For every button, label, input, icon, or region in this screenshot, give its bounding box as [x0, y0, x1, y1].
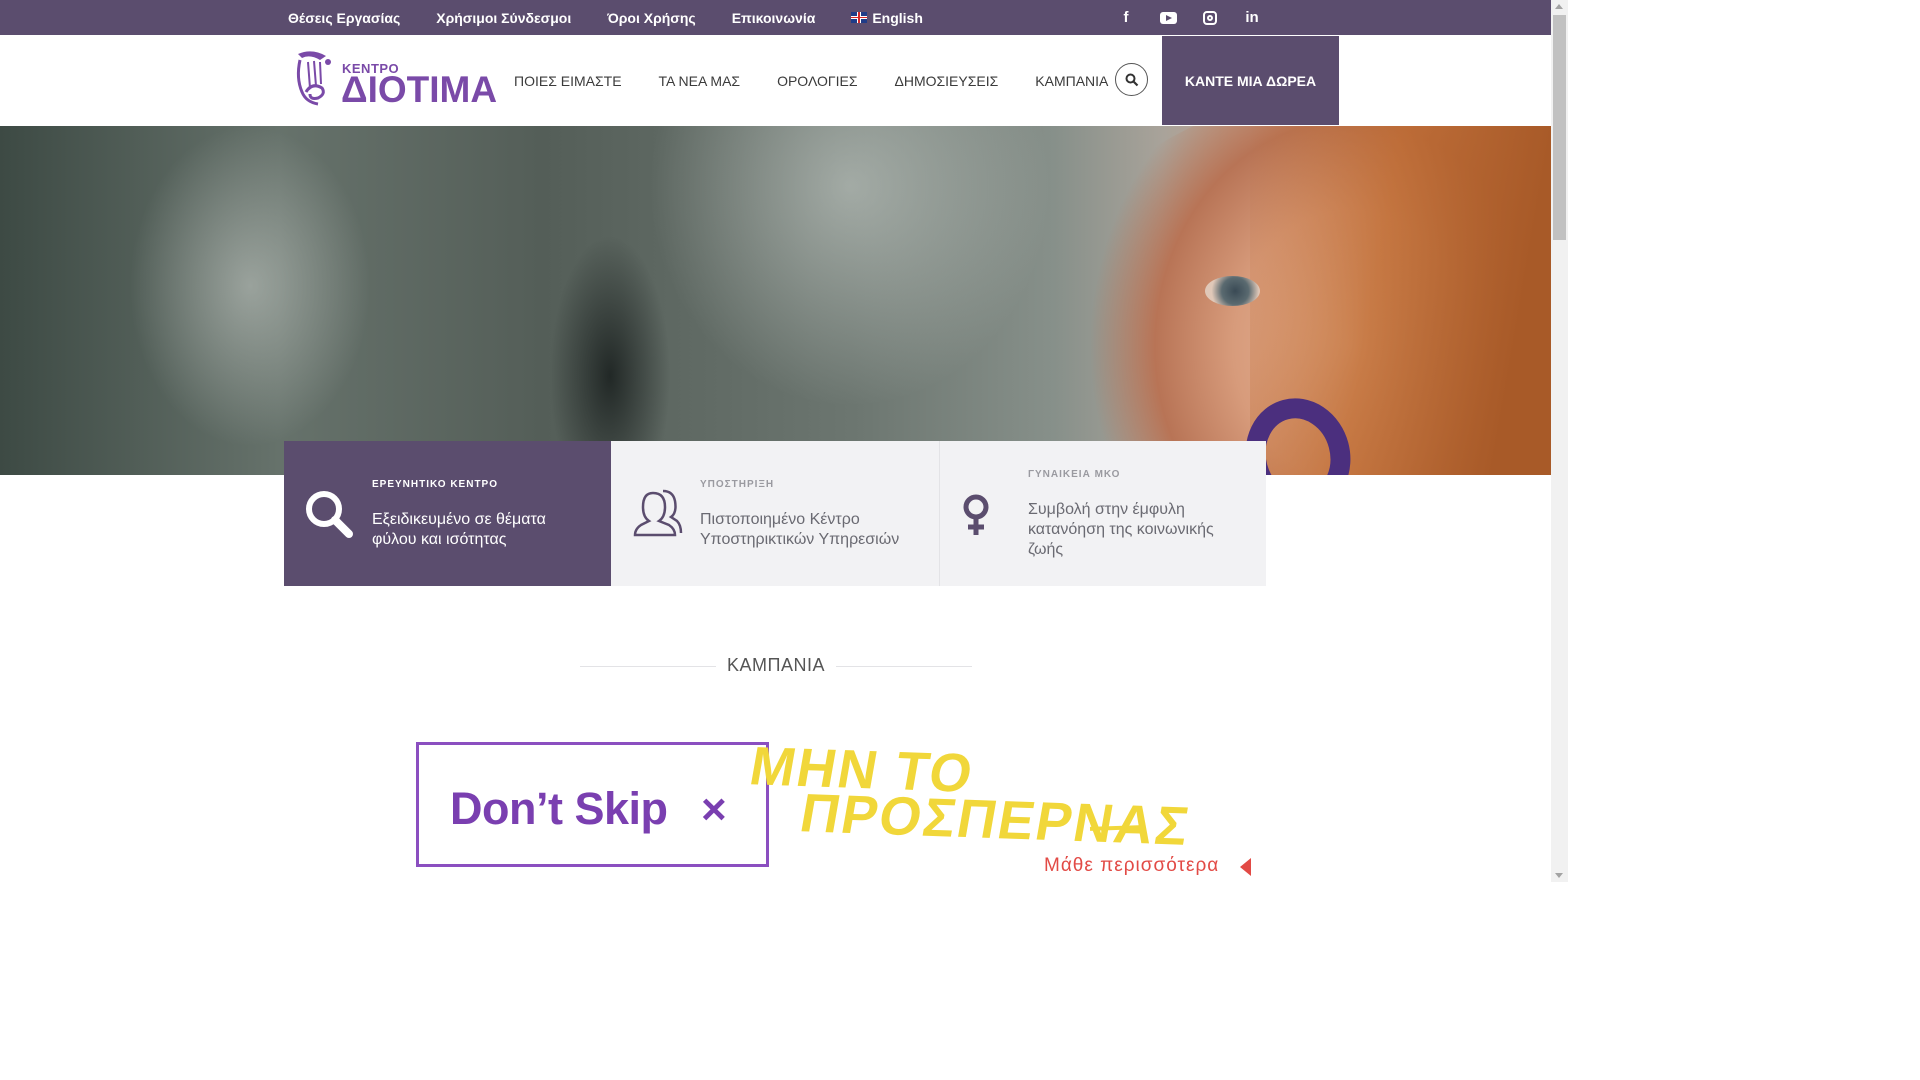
- nav-who-we-are[interactable]: ΠΟΙΕΣ ΕΙΜΑΣΤΕ: [514, 73, 622, 89]
- nav-terminology[interactable]: ΟΡΟΛΟΓΙΕΣ: [777, 73, 857, 89]
- banner-cross: ×: [701, 785, 727, 834]
- scroll-up-arrow-icon[interactable]: [1555, 4, 1563, 9]
- nav-news[interactable]: ΤΑ ΝΕΑ ΜΑΣ: [659, 73, 741, 89]
- campaign-section-heading: ΚΑΜΠΑΝΙΑ: [580, 652, 972, 680]
- linkedin-icon[interactable]: in: [1238, 8, 1266, 28]
- feature-text: Συμβολή στην έμφυλη κατανόηση της κοινων…: [1028, 501, 1214, 558]
- language-label: English: [872, 9, 923, 26]
- hero-image: [0, 126, 1551, 475]
- heading-divider-right: [836, 666, 972, 667]
- hero-eye-shape: [1205, 276, 1260, 306]
- scroll-thumb[interactable]: [1553, 15, 1566, 240]
- link-useful-links[interactable]: Χρήσιμοι Σύνδεσμοι: [436, 10, 571, 26]
- feature-research-center[interactable]: ΕΡΕΥΝΗΤΙΚΟ ΚΕΝΤΡΟ Εξειδικευμένο σε θέματ…: [284, 441, 611, 586]
- learn-more-link[interactable]: Μάθε περισσότερα: [1044, 855, 1219, 877]
- people-icon: [633, 489, 683, 537]
- scroll-down-arrow-icon[interactable]: [1555, 873, 1563, 878]
- main-nav: ΠΟΙΕΣ ΕΙΜΑΣΤΕ ΤΑ ΝΕΑ ΜΑΣ ΟΡΟΛΟΓΙΕΣ ΔΗΜΟΣ…: [514, 35, 1145, 126]
- search-icon: [1125, 73, 1138, 86]
- facebook-icon[interactable]: f: [1112, 8, 1140, 28]
- feature-kicker: ΥΠΟΣΤΗΡΙΞΗ: [700, 479, 775, 490]
- youtube-icon[interactable]: [1154, 8, 1182, 28]
- banner-english-text: Don’t Skip: [450, 783, 668, 834]
- feature-text: Εξειδικευμένο σε θέματα φύλου και ισότητ…: [372, 511, 546, 548]
- nav-campaign[interactable]: ΚΑΜΠΑΝΙΑ: [1035, 73, 1108, 89]
- donate-button[interactable]: ΚΑΝΤΕ ΜΙΑ ΔΩΡΕΑ: [1162, 36, 1339, 125]
- heading-divider-left: [580, 666, 716, 667]
- feature-kicker: ΕΡΕΥΝΗΤΙΚΟ ΚΕΝΤΡΟ: [372, 479, 498, 490]
- campaign-banner-english[interactable]: Don’t Skip ×: [416, 742, 769, 867]
- top-utility-bar: Θέσεις Εργασίας Χρήσιμοι Σύνδεσμοι Όροι …: [0, 0, 1551, 35]
- section-title: ΚΑΜΠΑΝΙΑ: [726, 655, 826, 675]
- link-contact[interactable]: Επικοινωνία: [732, 10, 816, 26]
- feature-kicker: ΓΥΝΑΙΚΕΙΑ ΜΚΟ: [1028, 469, 1121, 480]
- instagram-icon[interactable]: [1196, 8, 1224, 28]
- nav-publications[interactable]: ΔΗΜΟΣΙΕΥΣΕΙΣ: [894, 73, 998, 89]
- venus-icon: [963, 494, 989, 535]
- feature-text: Πιστοποιημένο Κέντρο Υποστηρικτικών Υπηρ…: [700, 511, 900, 548]
- arrow-left-icon: [1240, 858, 1251, 876]
- link-jobs[interactable]: Θέσεις Εργασίας: [288, 10, 400, 26]
- logo-text-main: ΔΙΟΤΙΜΑ: [341, 69, 498, 110]
- utility-links: Θέσεις Εργασίας Χρήσιμοι Σύνδεσμοι Όροι …: [288, 0, 959, 35]
- search-icon: [306, 491, 353, 538]
- page-scrollbar[interactable]: [1551, 0, 1568, 882]
- search-button[interactable]: [1115, 63, 1148, 96]
- link-terms[interactable]: Όροι Χρήσης: [607, 10, 696, 26]
- feature-support[interactable]: ΥΠΟΣΤΗΡΙΞΗ Πιστοποιημένο Κέντρο Υποστηρι…: [611, 441, 940, 586]
- social-links: f in: [1112, 0, 1280, 35]
- language-switch-english[interactable]: English: [851, 10, 923, 26]
- logo-emblem-icon: [296, 51, 331, 106]
- banner-greek-line-2: ΠΡΟΣΠΕΡΝΑΣ: [795, 783, 1196, 857]
- uk-flag-icon: [851, 12, 868, 23]
- feature-womens-ngo[interactable]: ΓΥΝΑΙΚΕΙΑ ΜΚΟ Συμβολή στην έμφυλη κατανό…: [940, 441, 1266, 586]
